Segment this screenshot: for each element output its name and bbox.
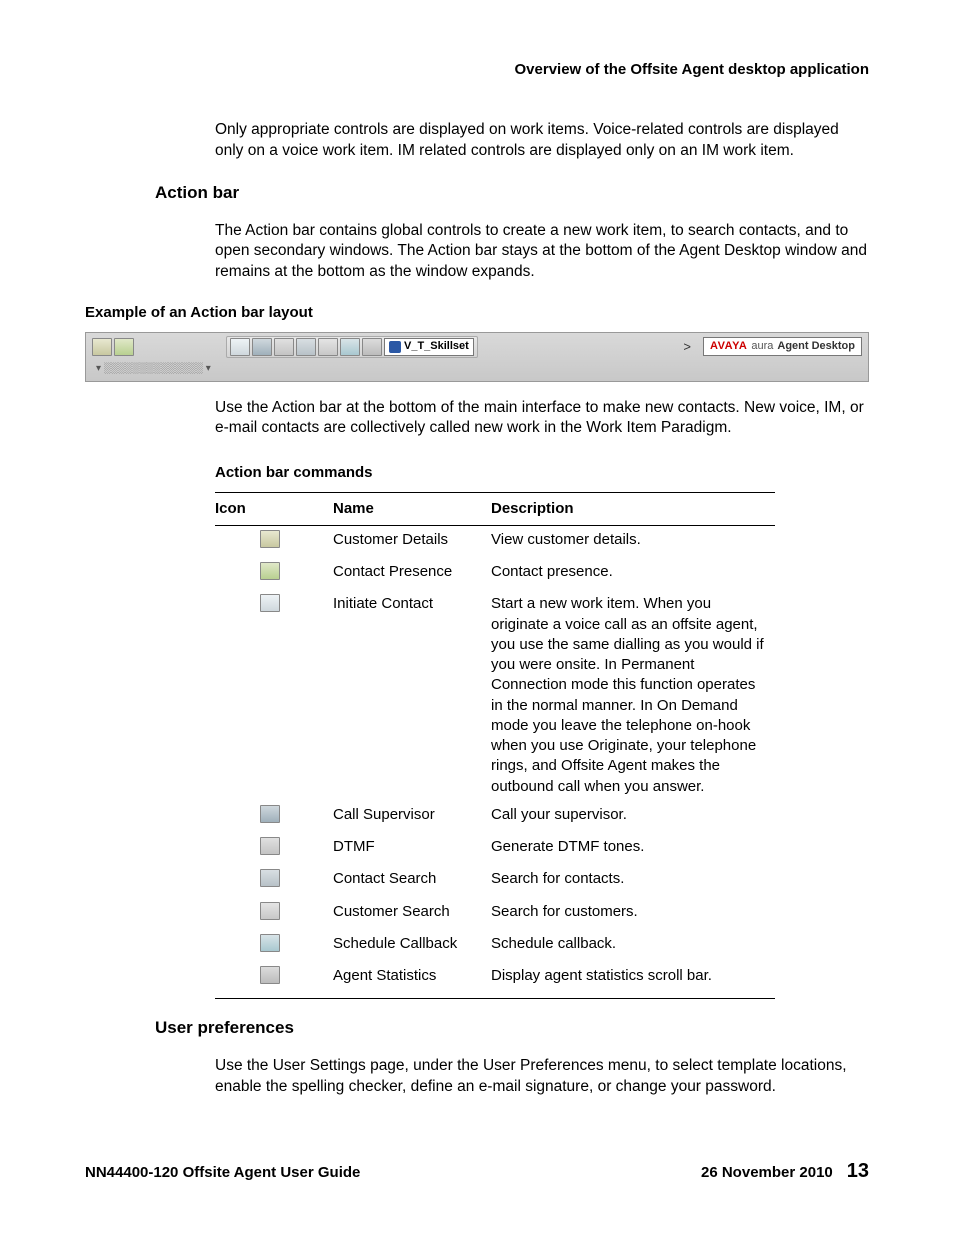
footer-page: 13 <box>847 1158 869 1185</box>
command-name: Contact Presence <box>333 558 491 590</box>
intro-paragraph: Only appropriate controls are displayed … <box>215 120 869 162</box>
table-row: Call SupervisorCall your supervisor. <box>215 801 775 833</box>
table-row: Initiate ContactStart a new work item. W… <box>215 590 775 801</box>
command-description: View customer details. <box>491 525 775 558</box>
actionbar-example-caption: Example of an Action bar layout <box>85 303 869 323</box>
schedule-callback-icon <box>340 338 360 356</box>
table-row: Agent StatisticsDisplay agent statistics… <box>215 962 775 999</box>
commands-table: Icon Name Description Customer DetailsVi… <box>215 492 775 1000</box>
customer-search-icon <box>318 338 338 356</box>
command-description: Search for customers. <box>491 898 775 930</box>
contact-search-icon <box>296 338 316 356</box>
command-description: Generate DTMF tones. <box>491 833 775 865</box>
brand-aura: aura <box>751 339 773 354</box>
init-icon <box>260 594 280 612</box>
table-row: Schedule CallbackSchedule callback. <box>215 930 775 962</box>
table-row: Customer SearchSearch for customers. <box>215 898 775 930</box>
srch-icon <box>260 869 280 887</box>
running-head: Overview of the Offsite Agent desktop ap… <box>85 60 869 80</box>
table-row: Contact SearchSearch for contacts. <box>215 865 775 897</box>
command-description: Search for contacts. <box>491 865 775 897</box>
command-name: Customer Details <box>333 525 491 558</box>
command-name: Schedule Callback <box>333 930 491 962</box>
dtmf-icon <box>260 837 280 855</box>
cust-icon <box>260 902 280 920</box>
table-row: Customer DetailsView customer details. <box>215 525 775 558</box>
brand-avaya: AVAYA <box>710 339 747 354</box>
skillset-label: V_T_Skillset <box>404 339 469 354</box>
userprefs-paragraph: Use the User Settings page, under the Us… <box>215 1056 869 1098</box>
sup-icon <box>260 805 280 823</box>
phone-icon <box>389 341 401 353</box>
command-name: Agent Statistics <box>333 962 491 999</box>
page-footer: NN44400-120 Offsite Agent User Guide 26 … <box>85 1158 869 1185</box>
cp-icon <box>260 562 280 580</box>
initiate-contact-icon <box>230 338 250 356</box>
agent-statistics-icon <box>362 338 382 356</box>
cb-icon <box>260 934 280 952</box>
command-description: Schedule callback. <box>491 930 775 962</box>
command-name: DTMF <box>333 833 491 865</box>
table-row: DTMFGenerate DTMF tones. <box>215 833 775 865</box>
userprefs-heading: User preferences <box>155 1017 869 1040</box>
actionbar-screenshot: V_T_Skillset > AVAYA aura Agent Desktop … <box>85 332 869 382</box>
brand-badge: AVAYA aura Agent Desktop <box>703 337 862 356</box>
commands-caption: Action bar commands <box>215 463 869 483</box>
command-name: Call Supervisor <box>333 801 491 833</box>
command-name: Customer Search <box>333 898 491 930</box>
th-icon: Icon <box>215 492 333 525</box>
command-description: Display agent statistics scroll bar. <box>491 962 775 999</box>
call-supervisor-icon <box>252 338 272 356</box>
chevron-right-icon: > <box>675 338 699 356</box>
command-description: Call your supervisor. <box>491 801 775 833</box>
command-name: Contact Search <box>333 865 491 897</box>
dtmf-icon <box>274 338 294 356</box>
command-name: Initiate Contact <box>333 590 491 801</box>
footer-doc: NN44400-120 Offsite Agent User Guide <box>85 1163 701 1183</box>
command-description: Start a new work item. When you originat… <box>491 590 775 801</box>
table-row: Contact PresenceContact presence. <box>215 558 775 590</box>
th-desc: Description <box>491 492 775 525</box>
actionbar-secondary-row: ▾ ░░░░░░░░░░░░░░ ▾ <box>92 359 862 379</box>
contact-presence-icon <box>114 338 134 356</box>
actionbar-usage-paragraph: Use the Action bar at the bottom of the … <box>215 398 869 440</box>
brand-rest: Agent Desktop <box>777 339 855 354</box>
actionbar-heading: Action bar <box>155 182 869 205</box>
actionbar-paragraph: The Action bar contains global controls … <box>215 221 869 284</box>
command-description: Contact presence. <box>491 558 775 590</box>
skillset-field: V_T_Skillset <box>384 338 474 356</box>
footer-date: 26 November 2010 <box>701 1163 833 1183</box>
cd-icon <box>260 530 280 548</box>
th-name: Name <box>333 492 491 525</box>
customer-details-icon <box>92 338 112 356</box>
stat-icon <box>260 966 280 984</box>
